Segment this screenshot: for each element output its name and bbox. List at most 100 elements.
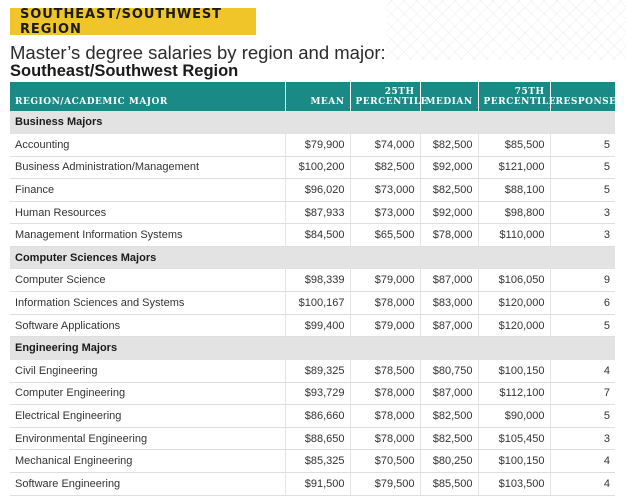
median-cell: $92,000 [419,156,478,180]
responses-cell: 5 [549,404,615,428]
group-header-row: Engineering Majors [10,336,615,360]
responses-cell: 5 [549,314,615,338]
p25-cell: $78,000 [349,291,420,315]
responses-cell: 3 [549,427,615,451]
responses-cell: 4 [549,472,615,496]
table-row: Mechanical Engineering $85,325 $70,500 $80,… [10,449,615,473]
p75-cell: $100,150 [477,359,550,383]
table-row: Civil Engineering $89,325 $78,500 $80,750 $1… [10,359,615,383]
p25-cell: $73,000 [349,201,420,225]
major-cell: Management Information Systems [10,223,285,248]
mean-cell: $84,500 [284,223,350,248]
p25-cell: $79,000 [349,269,420,293]
median-cell: $87,000 [419,382,478,406]
mean-cell: $85,325 [284,449,350,473]
mean-cell: $79,900 [284,133,350,157]
p25-cell: $78,000 [349,427,420,451]
header-75th-percentile: 75TH PERCENTILE [477,82,555,111]
p25-cell: $70,500 [349,449,420,473]
mean-cell: $100,200 [284,156,350,180]
p25-cell: $73,000 [349,178,420,202]
major-cell: Computer Science [10,269,285,293]
p75-cell: $90,000 [477,404,550,428]
group-header-row: Computer Sciences Majors [10,246,615,270]
header-median: MEDIAN [419,82,478,111]
major-cell: Finance [10,178,285,202]
responses-cell: 4 [549,359,615,383]
p25-cell: $78,000 [349,404,420,428]
median-cell: $83,000 [419,291,478,315]
background-crosshatch [386,0,626,60]
major-cell: Mechanical Engineering [10,449,285,473]
p25-cell: $78,500 [349,359,420,383]
responses-cell: 9 [549,269,615,293]
p75-cell: $88,100 [477,178,550,202]
p25-cell: $65,500 [349,223,420,248]
table-row: Information Sciences and Systems $100,167… [10,291,615,315]
responses-cell: 4 [549,449,615,473]
mean-cell: $87,933 [284,201,350,225]
mean-cell: $91,500 [284,472,350,496]
major-cell: Software Engineering [10,472,285,496]
p25-cell: $78,000 [349,382,420,406]
table-row: Environmental Engineering $88,650 $78,000 $… [10,427,615,451]
major-cell: Civil Engineering [10,359,285,383]
median-cell: $85,500 [419,472,478,496]
mean-cell: $88,650 [284,427,350,451]
major-cell: Electrical Engineering [10,404,285,428]
table-row: Accounting $79,900 $74,000 $82,500 $85,500 5 [10,133,615,157]
table-row: Electrical Engineering $86,660 $78,000 $82,… [10,404,615,428]
header-mean: MEAN [284,82,350,111]
mean-cell: $96,020 [284,178,350,202]
mean-cell: $93,729 [284,382,350,406]
group-name: Computer Sciences Majors [10,246,615,270]
table-header-row: REGION/ACADEMIC MAJOR MEAN 25TH PERCENTI… [10,82,623,111]
region-banner: SOUTHEAST/SOUTHWEST REGION [10,7,256,37]
median-cell: $80,750 [419,359,478,383]
major-cell: Software Applications [10,314,285,338]
header-responses: RESPONSES [549,82,623,111]
mean-cell: $100,167 [284,291,350,315]
p25-cell: $74,000 [349,133,420,157]
major-cell: Business Administration/Management [10,156,285,180]
mean-cell: $86,660 [284,404,350,428]
header-major: REGION/ACADEMIC MAJOR [10,82,285,111]
mean-cell: $89,325 [284,359,350,383]
p25-cell: $82,500 [349,156,420,180]
p25-cell: $79,500 [349,472,420,496]
responses-cell: 3 [549,201,615,225]
responses-cell: 3 [549,223,615,248]
median-cell: $82,500 [419,133,478,157]
median-cell: $82,500 [419,404,478,428]
median-cell: $87,000 [419,269,478,293]
responses-cell: 5 [549,178,615,202]
table-row: Computer Engineering $93,729 $78,000 $87,00… [10,382,615,406]
p75-cell: $121,000 [477,156,550,180]
major-cell: Computer Engineering [10,382,285,406]
table-row: Finance $96,020 $73,000 $82,500 $88,100 5 [10,178,615,202]
salary-table: REGION/ACADEMIC MAJOR MEAN 25TH PERCENTI… [10,82,623,496]
table-row: Software Applications $99,400 $79,000 $87,0… [10,314,615,338]
p25-cell: $79,000 [349,314,420,338]
p75-cell: $105,450 [477,427,550,451]
responses-cell: 6 [549,291,615,315]
group-name: Engineering Majors [10,336,615,360]
table-row: Human Resources $87,933 $73,000 $92,000 $98,… [10,201,615,225]
mean-cell: $98,339 [284,269,350,293]
responses-cell: 5 [549,156,615,180]
major-cell: Human Resources [10,201,285,225]
group-name: Business Majors [10,111,615,134]
p75-cell: $103,500 [477,472,550,496]
median-cell: $92,000 [419,201,478,225]
responses-cell: 5 [549,133,615,157]
table-row: Management Information Systems $84,500 $65… [10,223,615,248]
p75-cell: $110,000 [477,223,550,248]
median-cell: $87,000 [419,314,478,338]
major-cell: Information Sciences and Systems [10,291,285,315]
table-body: Business Majors Accounting $79,900 $74,000 $… [10,111,615,496]
mean-cell: $99,400 [284,314,350,338]
p75-cell: $120,000 [477,314,550,338]
table-row: Software Engineering $91,500 $79,500 $85,50… [10,472,615,496]
page-title: Master’s degree salaries by region and m… [10,42,386,63]
p75-cell: $85,500 [477,133,550,157]
